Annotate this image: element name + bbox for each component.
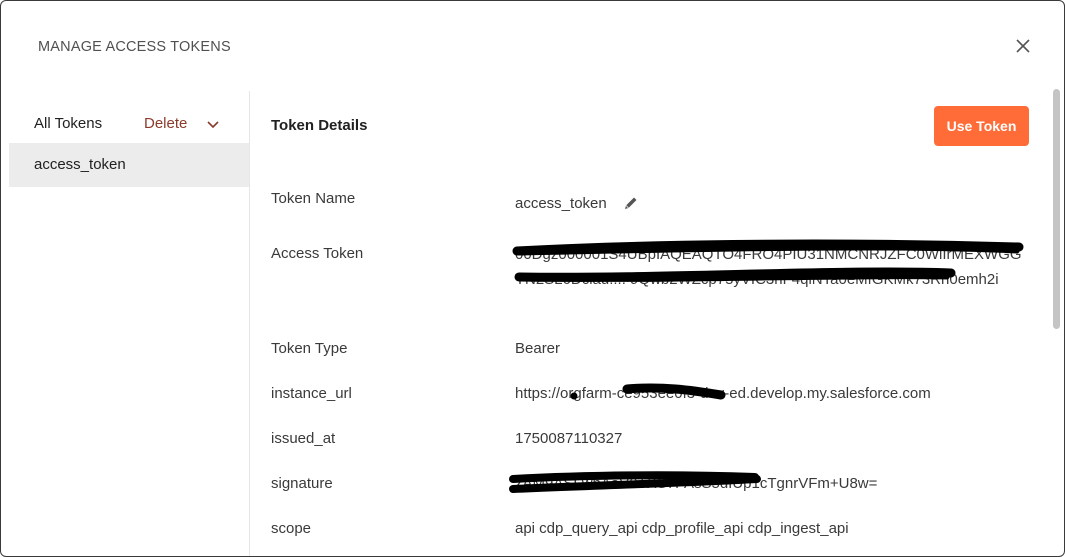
scrollbar-thumb[interactable]: [1053, 89, 1060, 329]
access-token-label: Access Token: [271, 245, 364, 262]
use-token-button[interactable]: Use Token: [934, 106, 1029, 146]
signature-label: signature: [271, 475, 333, 492]
all-tokens-heading: All Tokens: [34, 115, 103, 132]
close-icon[interactable]: [1013, 36, 1033, 56]
instance-url-value: https://orgfarm-ce953ee0f3-dev-ed.develo…: [515, 385, 931, 402]
signature-value: zAM9ASLwhAaV0TXS7PAsS5dIUp1cTgnrVFm+U8w=: [515, 475, 878, 492]
token-list-pane: All Tokens Delete access_token: [9, 91, 249, 556]
delete-button[interactable]: Delete: [144, 115, 187, 132]
token-details-title: Token Details: [271, 117, 368, 134]
scope-label: scope: [271, 520, 312, 537]
manage-tokens-modal: MANAGE ACCESS TOKENS All Tokens Delete a…: [0, 0, 1065, 557]
chevron-down-icon[interactable]: [206, 118, 220, 132]
modal-title: MANAGE ACCESS TOKENS: [38, 39, 231, 55]
pane-divider: [249, 91, 250, 556]
pencil-icon[interactable]: [623, 195, 639, 211]
token-list-item[interactable]: access_token: [9, 143, 249, 187]
issued-at-value: 1750087110327: [515, 430, 623, 447]
access-token-value: 00Dgz000001S4UBpIAQEAQTO4FRO4PIU31NMCNRJ…: [515, 246, 1022, 288]
token-type-value: Bearer: [515, 340, 561, 357]
issued-at-label: issued_at: [271, 430, 336, 447]
token-name-value: access_token: [515, 195, 607, 212]
token-name-label: Token Name: [271, 190, 356, 207]
instance-url-label: instance_url: [271, 385, 352, 402]
token-type-label: Token Type: [271, 340, 348, 357]
scope-value: api cdp_query_api cdp_profile_api cdp_in…: [515, 520, 849, 537]
